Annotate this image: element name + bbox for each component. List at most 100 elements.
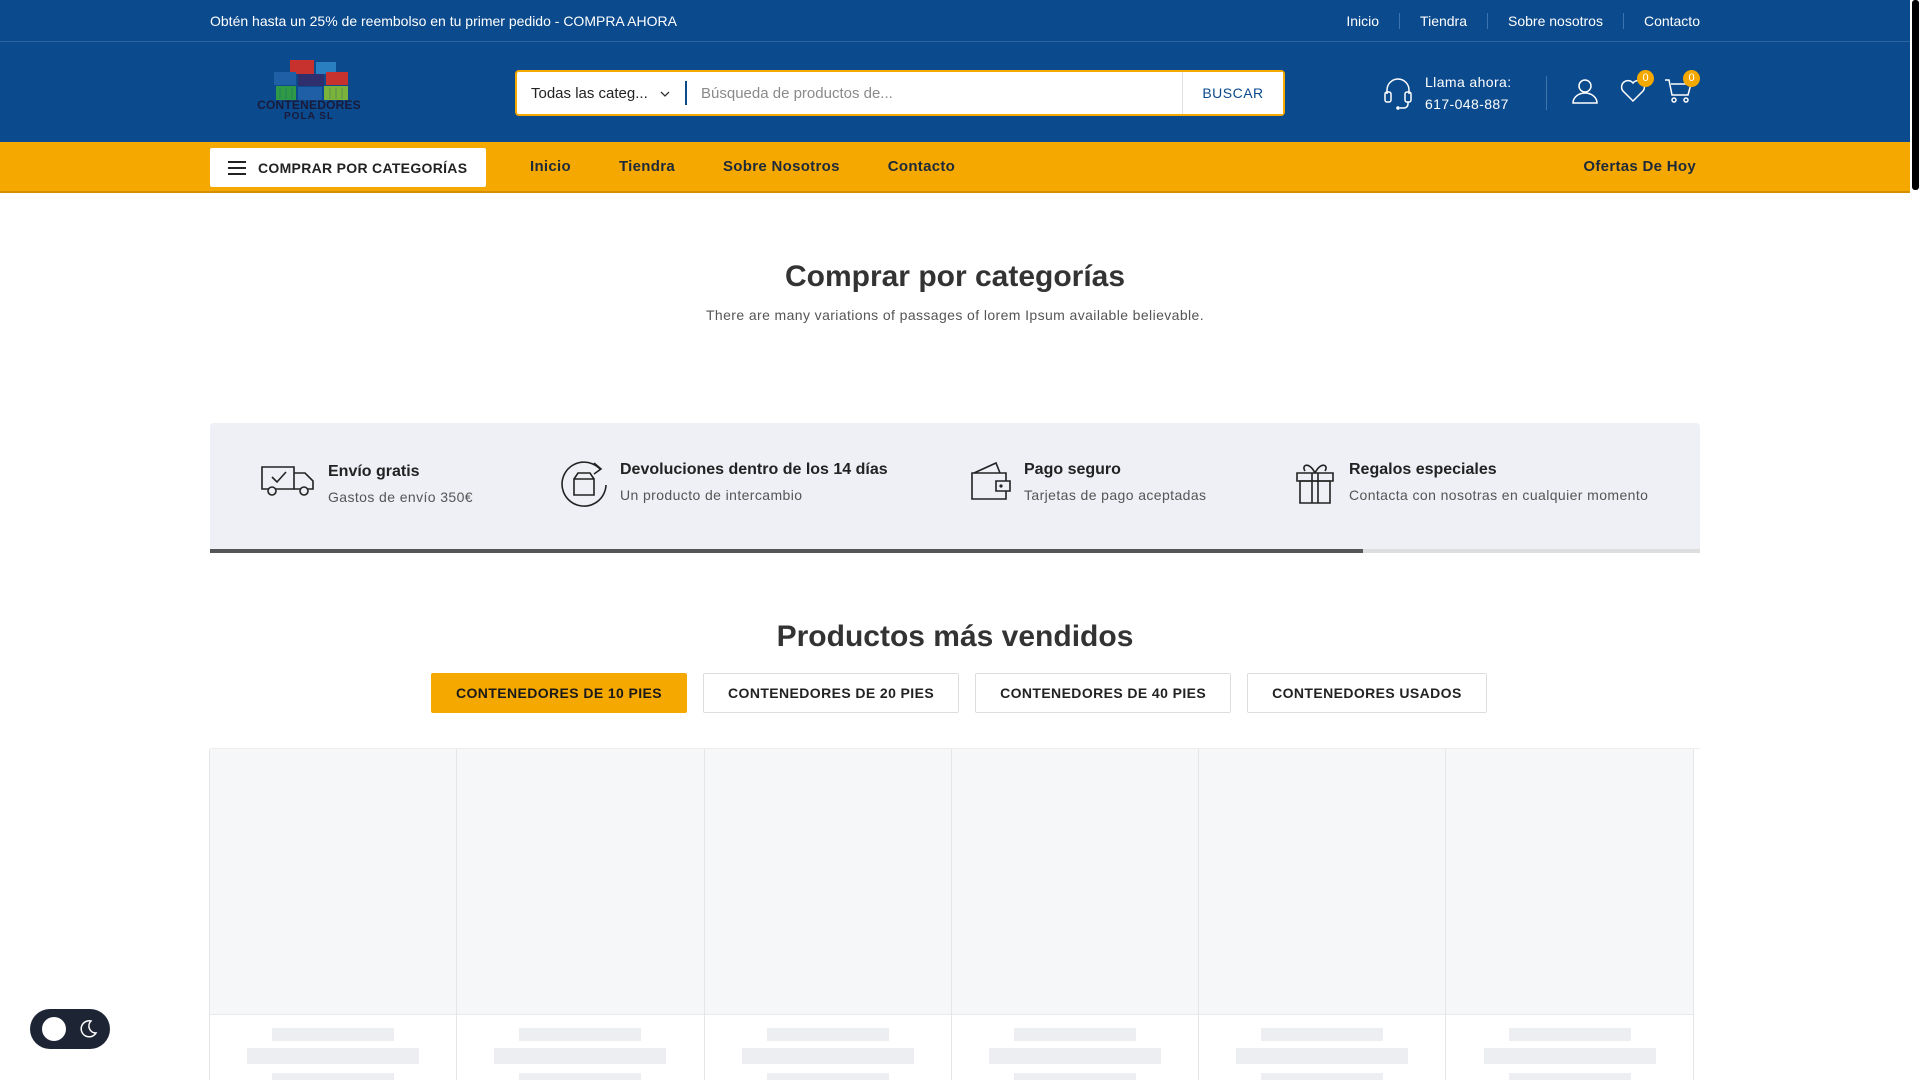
page-scrollbar[interactable]: [1910, 0, 1920, 1080]
call-label: Llama ahora:: [1425, 74, 1512, 90]
headset-icon: [1384, 78, 1412, 110]
shop-by-category-button[interactable]: COMPRAR POR CATEGORÍAS: [210, 148, 486, 187]
skeleton-line: [989, 1048, 1162, 1064]
search-bar: Todas las categ... BUSCAR: [515, 70, 1285, 116]
call-box[interactable]: Llama ahora: 617-048-887: [1383, 70, 1512, 116]
skeleton-line: [1236, 1048, 1409, 1064]
feature-text: Regalos especiales Contacta con nosotras…: [1349, 459, 1648, 503]
main-nav: COMPRAR POR CATEGORÍAS Inicio Tiendra So…: [0, 142, 1910, 193]
tab-40-ft-containers[interactable]: CONTENEDORES DE 40 PIES: [975, 673, 1232, 713]
top-bar: Obtén hasta un 25% de reembolso en tu pr…: [0, 0, 1910, 42]
skeleton-line: [1014, 1028, 1137, 1041]
categories-title: Comprar por categorías: [784, 260, 1126, 293]
feature-free-shipping: Envío gratis Gastos de envío 350€: [260, 461, 473, 505]
page-scroll-thumb[interactable]: [1912, 0, 1919, 190]
header-divider: [1546, 76, 1547, 110]
product-card-placeholder[interactable]: [1198, 749, 1447, 1080]
feature-desc: Un producto de intercambio: [620, 487, 803, 503]
feature-title: Pago seguro: [1024, 461, 1121, 478]
truck-icon: [261, 466, 314, 496]
menu-icon: [228, 160, 246, 175]
skeleton-line: [1261, 1073, 1384, 1080]
bestsellers-title: Productos más vendidos: [776, 620, 1134, 653]
product-image-placeholder: [1199, 749, 1446, 1015]
wallet-icon: [971, 461, 1011, 500]
nav-item-inicio[interactable]: Inicio: [530, 158, 571, 175]
nav-item-sobre-nosotros[interactable]: Sobre Nosotros: [723, 158, 840, 175]
feature-gifts: Regalos especiales Contacta con nosotras…: [1293, 459, 1648, 505]
search-category-select[interactable]: Todas las categ...: [517, 72, 685, 114]
top-link-sobre-nosotros[interactable]: Sobre nosotros: [1487, 13, 1623, 29]
feature-title: Envío gratis: [328, 463, 420, 480]
search-button[interactable]: BUSCAR: [1182, 72, 1283, 114]
feature-desc: Contacta con nosotras en cualquier momen…: [1349, 487, 1649, 503]
product-image-placeholder: [1446, 749, 1693, 1015]
return-box-icon: [561, 461, 607, 507]
nav-items: Inicio Tiendra Sobre Nosotros Contacto: [506, 142, 979, 191]
feature-title: Devoluciones dentro de los 14 días: [620, 461, 888, 478]
skeleton-line: [1508, 1028, 1631, 1041]
skeleton-line: [1483, 1048, 1656, 1064]
product-card-placeholder[interactable]: [703, 749, 952, 1080]
feature-title: Regalos especiales: [1349, 461, 1497, 478]
product-card-placeholder[interactable]: [209, 749, 458, 1080]
logo-text-line1: CONTENEDORES: [257, 98, 361, 112]
nav-item-contacto[interactable]: Contacto: [888, 158, 955, 175]
light-mode-icon[interactable]: [42, 1017, 66, 1041]
top-link-tiendra[interactable]: Tiendra: [1399, 13, 1487, 29]
nav-item-tiendra[interactable]: Tiendra: [619, 158, 675, 175]
top-links: Inicio Tiendra Sobre nosotros Contacto: [1326, 0, 1700, 42]
cart-button[interactable]: 0: [1664, 70, 1700, 109]
skeleton-line: [1014, 1073, 1137, 1080]
theme-toggle[interactable]: [30, 1009, 110, 1049]
cart-count-badge: 0: [1683, 70, 1700, 87]
product-grid: [209, 748, 1700, 1080]
shop-by-category-label: COMPRAR POR CATEGORÍAS: [258, 159, 468, 176]
feature-returns: Devoluciones dentro de los 14 días Un pr…: [560, 459, 888, 507]
product-card-placeholder[interactable]: [456, 749, 705, 1080]
tab-20-ft-containers[interactable]: CONTENEDORES DE 20 PIES: [703, 673, 960, 713]
skeleton-line: [519, 1073, 642, 1080]
search-input[interactable]: [687, 72, 1182, 114]
skeleton-line: [494, 1048, 667, 1064]
tab-used-containers[interactable]: CONTENEDORES USADOS: [1247, 673, 1487, 713]
chevron-down-icon: [660, 91, 670, 97]
features-scrollbar[interactable]: [210, 549, 1700, 553]
skeleton-line: [519, 1028, 642, 1041]
dark-mode-moon-icon[interactable]: [78, 1019, 98, 1039]
logo-text-line2: POLA SL: [284, 111, 334, 122]
product-image-placeholder: [951, 749, 1199, 1015]
skeleton-line: [766, 1073, 889, 1080]
product-card-placeholder[interactable]: [950, 749, 1200, 1080]
search-category-value: Todas las categ...: [531, 84, 648, 102]
product-image-placeholder: [210, 749, 457, 1015]
call-number[interactable]: 617-048-887: [1425, 93, 1512, 115]
account-button[interactable]: [1572, 78, 1598, 109]
promo-banner-text[interactable]: Obtén hasta un 25% de reembolso en tu pr…: [210, 13, 677, 29]
product-image-placeholder: [457, 749, 704, 1015]
product-card-placeholder[interactable]: [1445, 749, 1694, 1080]
wishlist-count-badge: 0: [1637, 70, 1654, 87]
skeleton-line: [272, 1073, 395, 1080]
categories-subtitle: There are many variations of passages of…: [705, 307, 1205, 323]
tab-10-ft-containers[interactable]: CONTENEDORES DE 10 PIES: [431, 673, 688, 713]
top-link-contacto[interactable]: Contacto: [1622, 13, 1700, 29]
site-logo[interactable]: CONTENEDORES POLA SL: [246, 58, 372, 124]
todays-deals-link[interactable]: Ofertas De Hoy: [1583, 158, 1696, 175]
skeleton-line: [1261, 1028, 1384, 1041]
top-link-inicio[interactable]: Inicio: [1326, 13, 1399, 29]
features-scroll-thumb[interactable]: [210, 549, 1363, 553]
user-icon: [1572, 79, 1598, 104]
call-text: Llama ahora: 617-048-887: [1425, 71, 1512, 115]
feature-text: Devoluciones dentro de los 14 días Un pr…: [620, 459, 888, 503]
bestsellers-tabs: CONTENEDORES DE 10 PIES CONTENEDORES DE …: [431, 673, 1503, 713]
feature-desc: Gastos de envío 350€: [328, 489, 473, 505]
gift-icon: [1296, 464, 1334, 504]
skeleton-line: [741, 1048, 914, 1064]
features-panel: Envío gratis Gastos de envío 350€ Devolu…: [210, 423, 1700, 549]
feature-text: Pago seguro Tarjetas de pago aceptadas: [1024, 459, 1206, 503]
page: Obtén hasta un 25% de reembolso en tu pr…: [0, 0, 1920, 1080]
skeleton-line: [766, 1028, 889, 1041]
feature-text: Envío gratis Gastos de envío 350€: [328, 461, 473, 505]
wishlist-button[interactable]: 0: [1620, 70, 1654, 109]
